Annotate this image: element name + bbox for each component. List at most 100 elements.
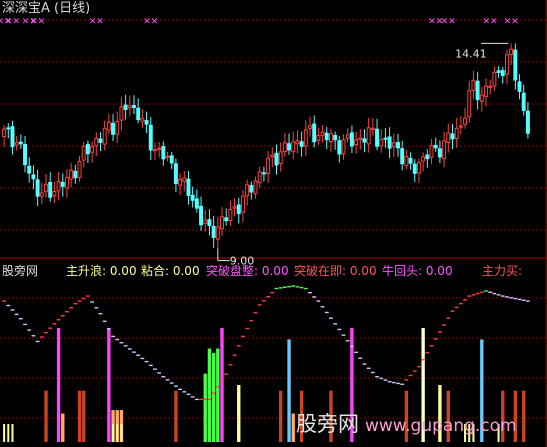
candle-body [509,48,514,56]
candle-body [194,198,199,209]
candle-body [48,181,53,198]
candle-body [354,139,359,146]
candle-body [525,110,530,134]
candle-body [521,92,526,111]
indicator-bar [211,353,216,442]
candle-body [266,157,271,174]
candle-body [173,163,178,185]
candle-body [220,216,224,230]
candle-body [316,135,321,141]
indicator-label-imminent-break: 突破在即: 0.00 [294,264,377,278]
candle-body [27,165,32,174]
candle-body [240,195,245,213]
candle-body [56,181,61,192]
candle-body [375,128,380,147]
candle-body [152,149,157,152]
candle-body [362,138,367,143]
candle-body [123,104,128,110]
indicator-bar [174,390,178,442]
candle-body [513,49,518,81]
candle-body [232,206,237,209]
indicator-bar [291,413,295,442]
candle-body [387,136,392,149]
candle-body [94,137,99,147]
candle-body [333,135,338,141]
candle-body [504,54,509,75]
indicator-panel-site-label: 股旁网 [2,264,39,278]
candle-body [215,226,220,240]
candle-body [446,132,451,143]
candle-body [157,147,162,150]
candle-body [60,181,65,187]
candle-body [261,172,266,175]
candle-body [458,125,463,128]
indicator-bar [61,413,65,442]
candle-body [81,145,86,161]
indicator-curve [2,285,530,401]
candle-body [132,105,136,108]
candle-body [404,156,409,166]
candle-body [253,180,258,195]
candle-body [467,90,472,118]
watermark-url: www.gupang.com [365,416,517,436]
candle-body [199,205,204,226]
signal-mark: ✕✕ [143,17,158,27]
candle-body [475,80,480,101]
chart-canvas: ✕✕✕✕ ✕✕✕✕ ✕✕ ✕✕ ✕✕✕✕ ✕✕ ✕✕ 14.419.00 [0,0,547,447]
candle-body [437,148,442,158]
candle-body [492,71,497,87]
indicator-bar-short [120,424,123,442]
indicator-label-main-wave: 主升浪: 0.00 [66,264,137,278]
indicator-bar [203,373,207,442]
candle-body [203,219,208,224]
candle-body [370,127,375,131]
candle-body [257,171,262,184]
indicator-bar-short [7,424,10,442]
indicator-bar-short [112,424,115,442]
candle-body [98,138,103,143]
candle-body [463,117,468,125]
indicator-bar-short [116,424,119,442]
candle-body [379,139,384,147]
candle-body [31,174,36,180]
candle-body [245,184,250,197]
candle-body [44,183,48,193]
candle-body [303,129,308,147]
indicator-bar [287,339,291,442]
indicator-bar [82,390,86,442]
candle-body [299,141,304,147]
candle-body [207,219,212,227]
indicator-bar-short [3,424,6,442]
candle-body [236,204,241,215]
candle-body [416,162,421,174]
chart-title: 深深宝A (日线) [2,1,91,16]
candle-body [408,157,413,164]
candle-body [287,143,292,151]
candle-body [328,133,333,142]
high-label: 14.41 [455,47,487,60]
candle-body [228,208,233,222]
candle-body [450,133,455,140]
candle-body [39,192,44,197]
candle-body [396,142,400,149]
candle-body [274,152,279,166]
price-annotations: 14.419.00 [217,42,509,268]
candle-body [454,127,459,140]
candle-body [249,185,254,193]
candle-body [337,140,342,155]
candle-body [119,106,124,121]
candle-body [496,70,501,73]
candle-body [106,121,111,131]
candle-body [282,142,287,152]
candle-body [345,134,350,139]
indicator-bar [237,385,241,442]
candle-body [429,145,434,158]
signal-mark: ✕✕ [5,17,20,27]
candle-body [484,85,488,98]
candle-body [64,176,69,189]
candle-body [127,105,132,109]
signal-marks: ✕✕✕✕ ✕✕✕✕ ✕✕ ✕✕ ✕✕✕✕ ✕✕ ✕✕ [0,17,519,27]
candle-body [383,137,388,140]
indicator-label-pullback: 牛回头: 0.00 [382,264,453,278]
signal-mark: ✕✕ [504,17,519,27]
